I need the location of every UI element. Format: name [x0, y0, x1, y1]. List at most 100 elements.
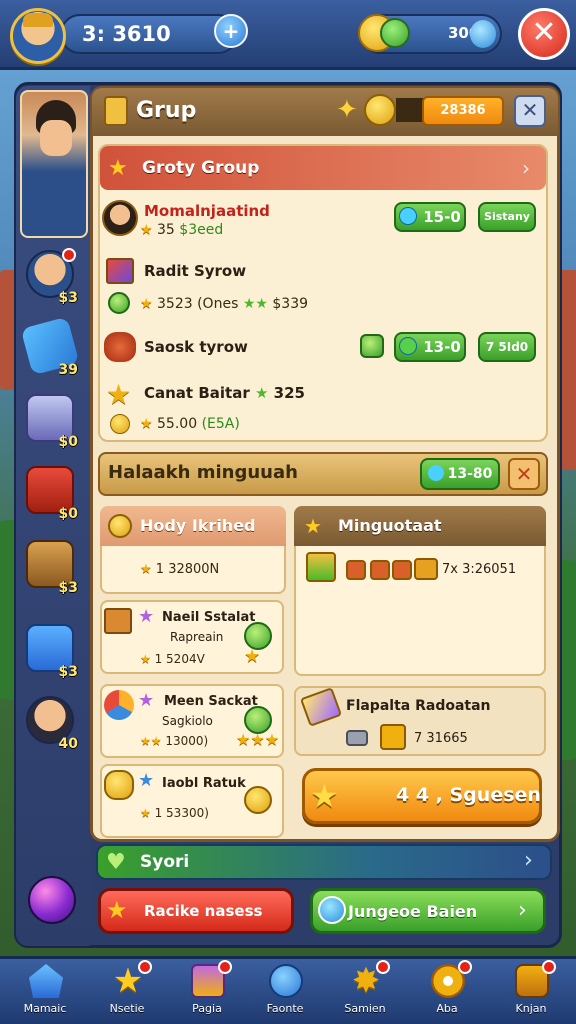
gem-reward-pill[interactable]: 13-0: [394, 332, 466, 362]
rail-badge: $3: [58, 580, 78, 596]
gold-star-icon: ★: [106, 378, 132, 411]
mingu-value: 7x 3:26051: [442, 562, 517, 577]
star-green-icon: ★★: [242, 296, 268, 312]
member-score: (E5A): [201, 416, 240, 432]
notification-dot: [218, 960, 232, 974]
nav-item-events[interactable]: ★ Nsetie: [92, 960, 162, 1024]
star-cluster-icon: ★: [244, 646, 261, 667]
add-coins-button[interactable]: +: [214, 14, 248, 48]
star-purple-icon: ★: [138, 606, 155, 627]
star-blue-icon: ★: [138, 770, 155, 791]
star-icon: ★: [106, 896, 128, 924]
gem-reward-value: 13-0: [423, 338, 461, 356]
group-icon: [104, 96, 128, 126]
star-badge-icon: ★: [108, 156, 128, 181]
nav-item-world[interactable]: Faonte: [250, 960, 320, 1024]
cta-label: 4 4 , Sguesen: [396, 784, 541, 806]
quest-title: Halaakh minguuah: [108, 462, 298, 483]
quest-reward-pill[interactable]: 13-80: [420, 458, 500, 490]
gem-icon: [427, 465, 444, 481]
globe-icon: [269, 964, 303, 998]
coin-icon[interactable]: [244, 786, 272, 814]
status-pill[interactable]: 7 5Id0: [478, 332, 536, 362]
nav-item-spin[interactable]: Aba: [412, 960, 482, 1024]
nav-label: Pagia: [192, 1002, 222, 1015]
rail-badge: 39: [58, 362, 78, 378]
crate-icon: [104, 608, 132, 634]
member-level: 55.00: [157, 416, 198, 432]
rail-badge: $3: [58, 290, 78, 306]
hody-title: Hody Ikrihed: [140, 516, 256, 535]
member-stats: ★ 3523 (Ones ★★ $339: [140, 296, 308, 312]
close-icon: ✕: [521, 98, 539, 122]
gem-reward-pill[interactable]: 15-0: [394, 202, 466, 232]
rail-item-gift[interactable]: $0: [26, 466, 78, 522]
chevron-right-icon[interactable]: ›: [522, 156, 530, 180]
rail-badge: $0: [58, 434, 78, 450]
notification-dot: [138, 960, 152, 974]
group-row[interactable]: Radit Syrow ★ 3523 (Ones ★★ $339: [102, 256, 544, 316]
quest-close-button[interactable]: ✕: [508, 458, 540, 490]
notification-dot: [458, 960, 472, 974]
star-icon: ★: [310, 777, 339, 815]
nav-label: Knjan: [515, 1002, 547, 1015]
globe-icon: [318, 896, 346, 924]
hody-value: 1 32800N: [155, 562, 220, 577]
panel-title: Grup: [136, 98, 197, 123]
member-name-text: Canat Baitar: [144, 384, 250, 402]
magic-orb-icon[interactable]: [28, 876, 76, 924]
group-row[interactable]: ★ Canat Baitar ★ 325 ★ 55.00 (E5A): [102, 378, 544, 438]
nav-label: Aba: [436, 1002, 458, 1015]
star-icon: ★: [140, 562, 152, 577]
member-name: Saosk tyrow: [144, 338, 248, 356]
item-name: Iaobl Ratuk: [162, 776, 246, 791]
nav-item-shop[interactable]: Pagia: [172, 960, 242, 1024]
chevron-right-icon[interactable]: ›: [524, 848, 533, 873]
cookie-icon: [370, 560, 390, 580]
ball-icon: [104, 690, 134, 720]
player-avatar[interactable]: [10, 8, 66, 64]
panel-close-button[interactable]: ✕: [514, 95, 546, 127]
nav-item-profile[interactable]: Knjan: [496, 960, 566, 1024]
star-cluster-icon: ★★★: [236, 730, 280, 749]
cookie-icon: [392, 560, 412, 580]
gold-box-icon: [380, 724, 406, 750]
group-row[interactable]: Saosk tyrow 13-0 7 5Id0: [102, 330, 544, 370]
coin-stack-icon: [104, 770, 134, 800]
member-stats: ★ 35 $3eed: [140, 222, 223, 238]
gem-drop-icon[interactable]: [470, 20, 496, 48]
rail-item-friend[interactable]: $3: [26, 248, 78, 306]
red-action-label: Racike nasess: [144, 902, 263, 920]
status-pill[interactable]: Sistany: [478, 202, 536, 232]
house-icon: [29, 964, 63, 998]
item-value-row: ★ 1 53300): [140, 806, 209, 820]
nav-item-rewards[interactable]: ✸ Samien: [330, 960, 400, 1024]
coin-icon: [110, 414, 130, 434]
placa-value: 7 31665: [414, 731, 468, 746]
placa-title: Flapalta Radoatan: [346, 698, 491, 714]
nav-item-home[interactable]: Mamaic: [10, 960, 80, 1024]
star-badge-icon: ★: [304, 514, 322, 538]
character-portrait[interactable]: [20, 90, 88, 238]
panel-amount: 28386: [422, 96, 504, 126]
rail-item-profile[interactable]: 40: [26, 696, 78, 752]
star-icon: ★: [140, 806, 151, 820]
nav-label: Samien: [344, 1002, 386, 1015]
gem-reward-value: 15-0: [423, 208, 461, 226]
member-score: $3eed: [179, 222, 224, 238]
star-icon: ★: [140, 734, 151, 748]
group-row[interactable]: Momalnjaatind ★ 35 $3eed 15-0 Sistany: [102, 198, 544, 242]
rail-item-book[interactable]: $3: [26, 624, 78, 680]
close-button-top[interactable]: ✕: [518, 8, 570, 60]
rail-item-safe[interactable]: $0: [26, 394, 78, 450]
cookie-icon: [346, 560, 366, 580]
rail-item-key[interactable]: 39: [20, 316, 80, 378]
gift-box-icon: [106, 258, 134, 284]
clock-icon: [364, 94, 396, 126]
coin-value: 3: 3610: [82, 22, 171, 46]
rail-badge: $3: [58, 664, 78, 680]
item-name: Meen Sackat: [164, 694, 258, 709]
paw-icon: [104, 332, 136, 362]
rail-item-chest[interactable]: $3: [26, 540, 78, 596]
star-icon: ✦: [336, 95, 358, 125]
